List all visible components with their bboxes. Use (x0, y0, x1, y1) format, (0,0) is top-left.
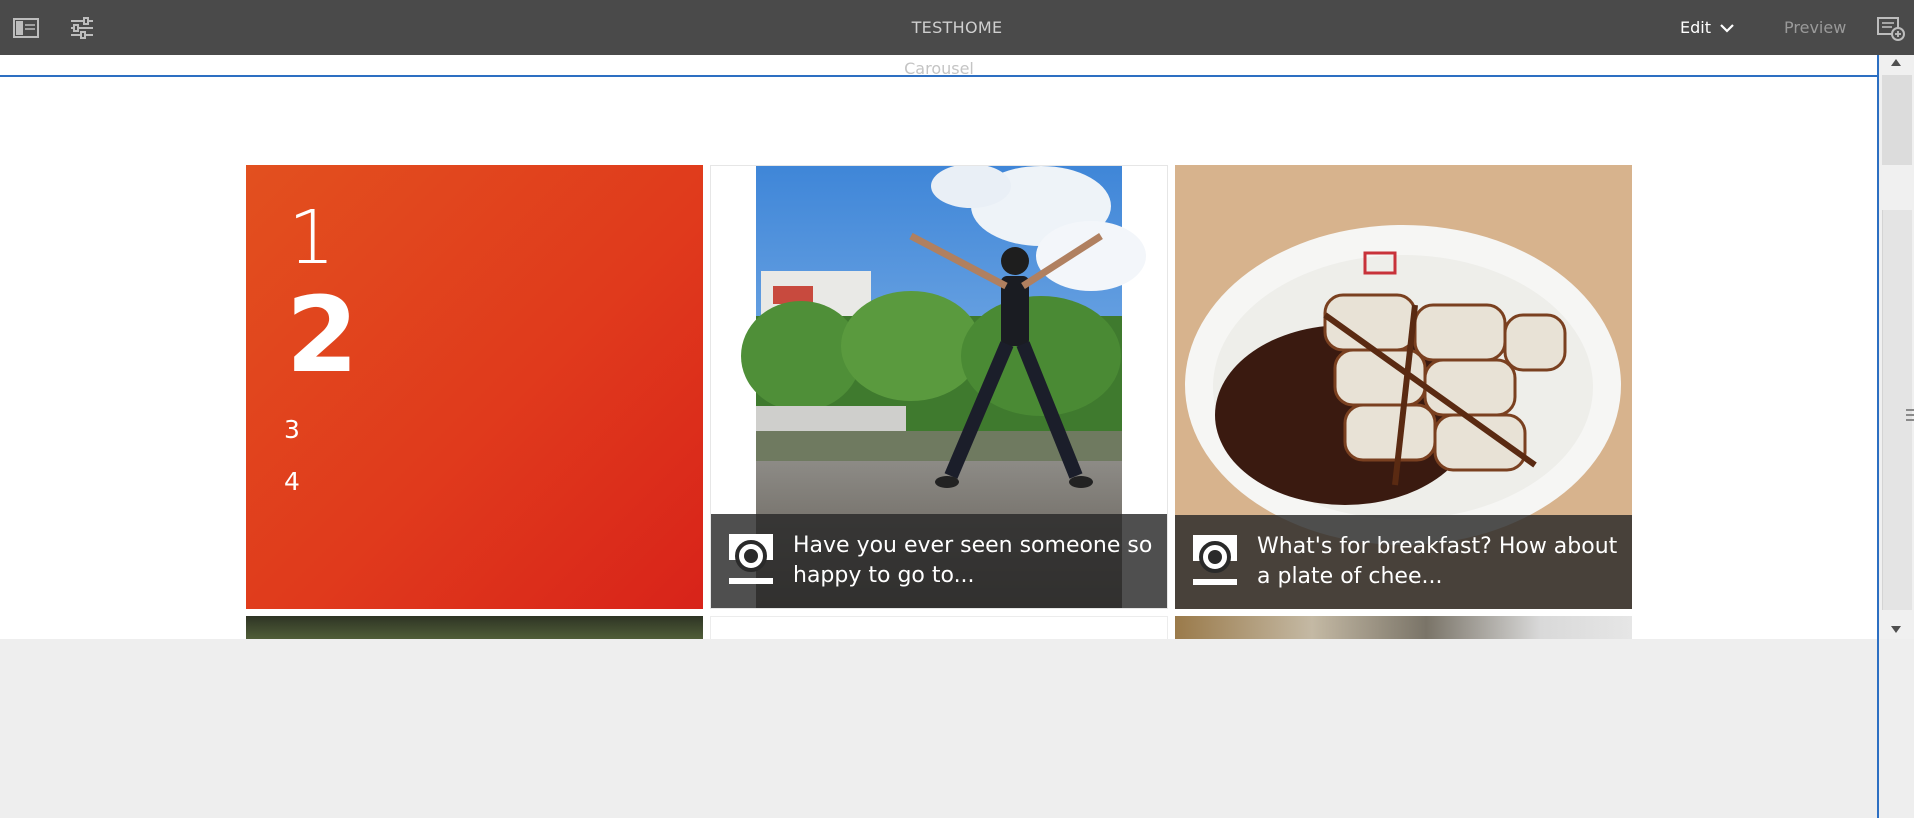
post-caption-text: Have you ever seen someone so happy to g… (793, 533, 1153, 588)
scrollbar-upper-track[interactable] (1882, 75, 1912, 165)
instagram-icon (1193, 535, 1237, 585)
social-post-tile[interactable]: Have you ever seen someone so happy to g… (710, 165, 1168, 609)
mode-label: Edit (1680, 18, 1711, 37)
red-tile-line-3: 3 (284, 415, 300, 444)
red-tile-line-4: 4 (284, 467, 300, 496)
chevron-down-icon (1720, 23, 1734, 33)
social-post-tile[interactable] (1175, 616, 1632, 639)
component-outline[interactable] (0, 75, 1878, 77)
post-caption-bar: What's for breakfast? How about a plate … (1175, 515, 1632, 609)
editor-frame-border (1877, 55, 1879, 818)
editor-toolbar: TESTHOME Edit Preview (0, 0, 1914, 55)
post-caption-bar: Have you ever seen someone so happy to g… (711, 514, 1167, 608)
page-scrollbar[interactable] (1880, 55, 1914, 639)
social-post-tile[interactable]: What's for breakfast? How about a plate … (1175, 165, 1632, 609)
scroll-down-arrow-icon[interactable] (1891, 626, 1901, 633)
red-tile-line-2: 2 (286, 274, 359, 396)
red-tile-line-1: 1 (288, 195, 336, 281)
instagram-icon (729, 534, 773, 584)
social-post-tile[interactable] (710, 616, 1168, 639)
red-text-tile[interactable]: 1 2 3 4 (246, 165, 703, 609)
page-title: TESTHOME (911, 18, 1003, 37)
preview-button[interactable]: Preview (1784, 18, 1846, 37)
annotations-button[interactable] (1876, 16, 1906, 42)
post-caption-text: What's for breakfast? How about a plate … (1257, 534, 1618, 589)
page-content: Carousel 1 2 3 4 Have you ever seen some… (0, 55, 1878, 639)
editor-canvas: Carousel 1 2 3 4 Have you ever seen some… (0, 55, 1880, 818)
mode-selector[interactable]: Edit (1680, 18, 1735, 37)
scrollbar-grip-icon (1906, 409, 1914, 421)
annotations-icon (1877, 17, 1905, 41)
scroll-up-arrow-icon[interactable] (1891, 59, 1901, 66)
social-post-tile[interactable] (246, 616, 703, 639)
